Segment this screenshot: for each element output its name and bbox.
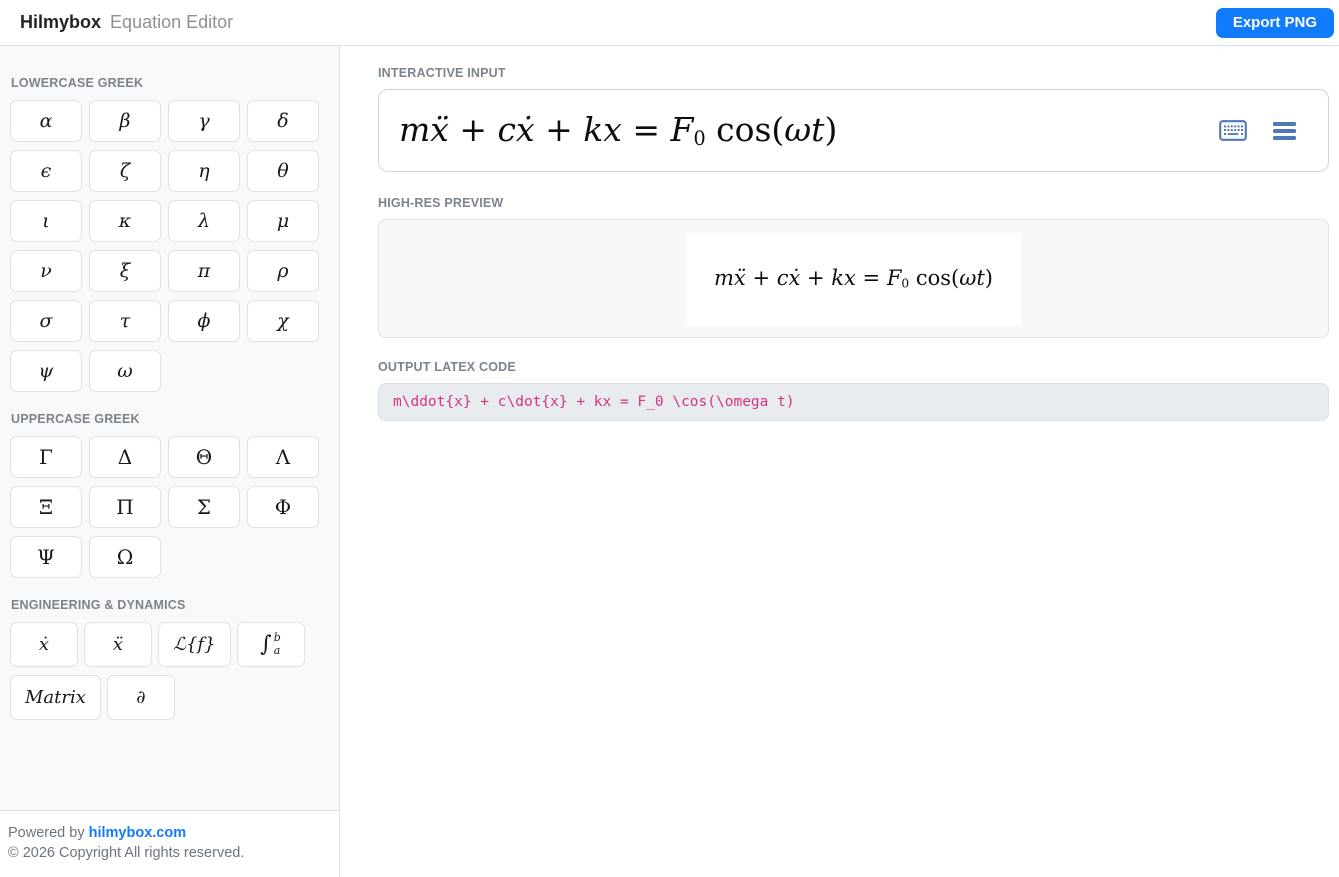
symbol-button-Gamma[interactable]: Γ [10, 436, 82, 478]
hilmybox-link[interactable]: hilmybox.com [89, 825, 187, 841]
symbol-group-lowercase-greek: αβγδ ϵζηθ ικλμ νξπρ στϕχ ψω [10, 100, 329, 392]
symbol-button-definite-integral[interactable]: ∫ba [237, 622, 305, 667]
sidebar: LOWERCASE GREEK αβγδ ϵζηθ ικλμ νξπρ στϕχ ψω UPP… [0, 46, 340, 877]
preview-card: mẍ + cẋ + kx = F0 cos(ωt) [687, 233, 1021, 325]
symbol-button-theta[interactable]: θ [247, 150, 319, 192]
symbol-group-engineering: ẋẍℒ{f}∫ba Matrix∂ [10, 622, 329, 720]
powered-by-line: Powered by hilmybox.com [8, 823, 331, 843]
symbol-button-alpha[interactable]: α [10, 100, 82, 142]
symbol-button-Xi[interactable]: Ξ [10, 486, 82, 528]
latex-code-text: m\ddot{x} + c\dot{x} + kx = F_0 \cos(\om… [393, 394, 795, 410]
preview-panel: mẍ + cẋ + kx = F0 cos(ωt) [378, 219, 1329, 338]
equation-input-field[interactable]: mẍ + cẋ + kx = F0 cos(ωt) [378, 89, 1329, 172]
symbol-group-uppercase-greek: ΓΔΘΛ ΞΠΣΦ ΨΩ [10, 436, 329, 578]
main-panel: INTERACTIVE INPUT mẍ + cẋ + kx = F0 cos(… [340, 46, 1339, 877]
symbol-button-rho[interactable]: ρ [247, 250, 319, 292]
symbol-button-iota[interactable]: ι [10, 200, 82, 242]
symbol-button-mu[interactable]: μ [247, 200, 319, 242]
app-header: Hilmybox Equation Editor Export PNG [0, 0, 1339, 46]
symbol-button-Sigma[interactable]: Σ [168, 486, 240, 528]
symbol-button-Omega[interactable]: Ω [89, 536, 161, 578]
symbol-button-beta[interactable]: β [89, 100, 161, 142]
latex-output-label: OUTPUT LATEX CODE [378, 360, 1329, 374]
powered-by-text: Powered by [8, 825, 89, 841]
preview-label: HIGH-RES PREVIEW [378, 196, 1329, 210]
symbol-button-omega[interactable]: ω [89, 350, 161, 392]
symbol-button-Lambda[interactable]: Λ [247, 436, 319, 478]
latex-output-box[interactable]: m\ddot{x} + c\dot{x} + kx = F_0 \cos(\om… [378, 383, 1329, 421]
brand-name: Hilmybox [20, 12, 101, 32]
symbol-button-psi[interactable]: ψ [10, 350, 82, 392]
symbol-button-eta[interactable]: η [168, 150, 240, 192]
symbol-button-pi[interactable]: π [168, 250, 240, 292]
symbol-button-chi[interactable]: χ [247, 300, 319, 342]
sidebar-section-title-uppercase-greek: UPPERCASE GREEK [11, 412, 329, 426]
symbol-button-partial[interactable]: ∂ [107, 675, 175, 720]
symbol-button-Delta[interactable]: Δ [89, 436, 161, 478]
symbol-button-nu[interactable]: ν [10, 250, 82, 292]
symbol-button-Theta[interactable]: Θ [168, 436, 240, 478]
input-icon-group [1219, 90, 1296, 171]
sidebar-footer: Powered by hilmybox.com © 2026 Copyright… [0, 810, 339, 877]
menu-icon[interactable] [1273, 122, 1296, 140]
symbol-button-gamma[interactable]: γ [168, 100, 240, 142]
symbol-button-zeta[interactable]: ζ [89, 150, 161, 192]
symbol-button-x-ddot[interactable]: ẍ [84, 622, 152, 667]
interactive-input-label: INTERACTIVE INPUT [378, 66, 1329, 80]
symbol-button-matrix[interactable]: Matrix [10, 675, 101, 720]
app-root: Hilmybox Equation Editor Export PNG LOWE… [0, 0, 1339, 877]
symbol-button-Phi[interactable]: Φ [247, 486, 319, 528]
app-title: Hilmybox Equation Editor [20, 12, 233, 33]
brand-subtitle: Equation Editor [110, 12, 233, 32]
symbol-button-sigma[interactable]: σ [10, 300, 82, 342]
symbol-button-xi[interactable]: ξ [89, 250, 161, 292]
export-png-button[interactable]: Export PNG [1216, 8, 1334, 38]
symbol-button-delta[interactable]: δ [247, 100, 319, 142]
symbol-button-x-dot[interactable]: ẋ [10, 622, 78, 667]
preview-equation: mẍ + cẋ + kx = F0 cos(ωt) [714, 266, 993, 291]
symbol-button-epsilon[interactable]: ϵ [10, 150, 82, 192]
equation-display: mẍ + cẋ + kx = F0 cos(ωt) [399, 110, 837, 150]
symbol-button-phi[interactable]: ϕ [168, 300, 240, 342]
symbol-button-laplace[interactable]: ℒ{f} [158, 622, 231, 667]
copyright-text: © 2026 Copyright All rights reserved. [8, 843, 331, 863]
body-columns: LOWERCASE GREEK αβγδ ϵζηθ ικλμ νξπρ στϕχ ψω UPP… [0, 46, 1339, 877]
symbol-button-Psi[interactable]: Ψ [10, 536, 82, 578]
sidebar-section-title-engineering: ENGINEERING & DYNAMICS [11, 598, 329, 612]
sidebar-section-title-lowercase-greek: LOWERCASE GREEK [11, 76, 329, 90]
symbol-button-Pi[interactable]: Π [89, 486, 161, 528]
sidebar-sections: LOWERCASE GREEK αβγδ ϵζηθ ικλμ νξπρ στϕχ ψω UPP… [0, 46, 339, 810]
symbol-button-kappa[interactable]: κ [89, 200, 161, 242]
virtual-keyboard-icon[interactable] [1219, 120, 1247, 141]
symbol-button-tau[interactable]: τ [89, 300, 161, 342]
symbol-button-lambda[interactable]: λ [168, 200, 240, 242]
